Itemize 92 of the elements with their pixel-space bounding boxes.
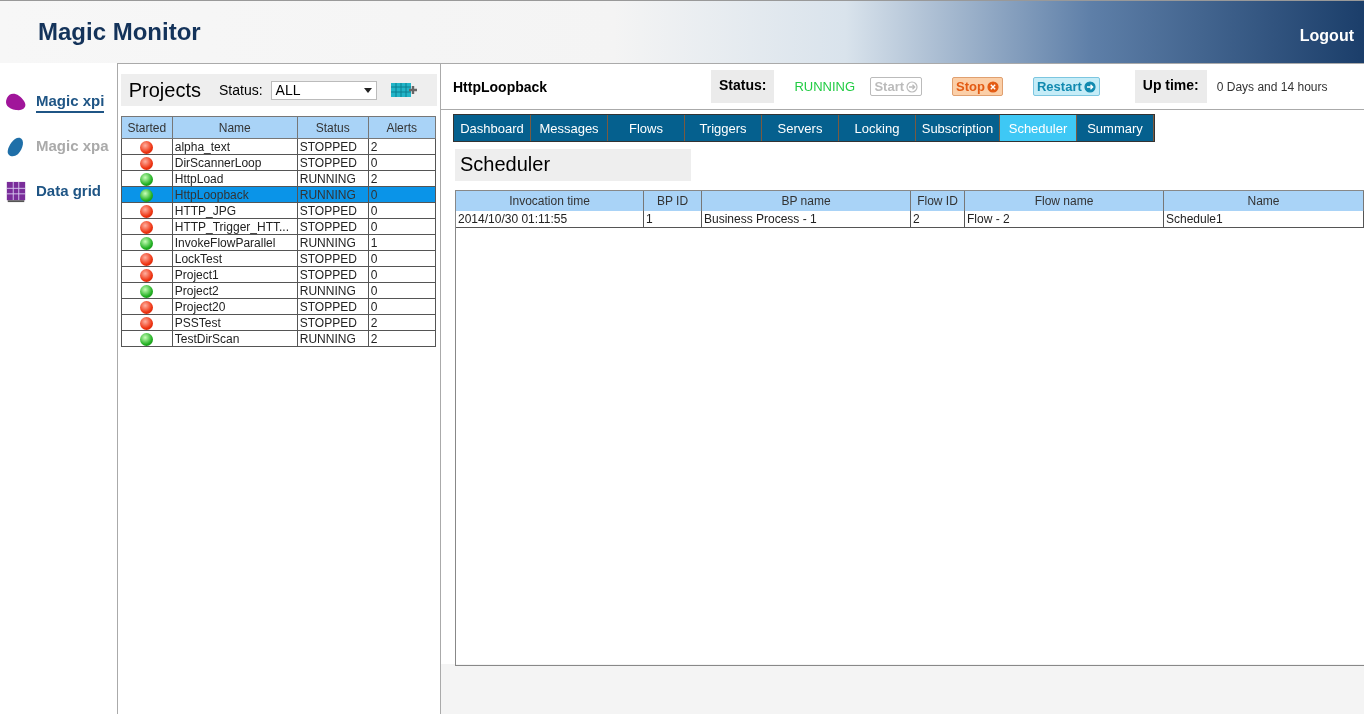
project-row[interactable]: HttpLoopback RUNNING 0 bbox=[121, 186, 436, 203]
table-cell: Project2 bbox=[172, 282, 298, 299]
column-header[interactable]: Flow name bbox=[965, 191, 1164, 211]
column-header[interactable]: Name bbox=[1164, 191, 1364, 211]
grid-add-icon[interactable] bbox=[390, 82, 417, 98]
column-header[interactable]: Invocation time bbox=[456, 191, 644, 211]
column-header[interactable]: Status bbox=[297, 116, 369, 139]
tab[interactable]: Triggers bbox=[685, 115, 762, 141]
tab[interactable]: Dashboard bbox=[454, 115, 531, 141]
table-cell: STOPPED bbox=[297, 250, 369, 267]
table-cell: STOPPED bbox=[297, 218, 369, 235]
table-cell: RUNNING bbox=[297, 234, 369, 251]
uptime-label: Up time: bbox=[1134, 70, 1207, 103]
table-cell: LockTest bbox=[172, 250, 298, 267]
uptime-value: 0 Days and 14 hours bbox=[1216, 79, 1328, 94]
table-cell: HTTP_Trigger_HTT... bbox=[172, 218, 298, 235]
column-header[interactable]: BP ID bbox=[644, 191, 702, 211]
table-cell: Project20 bbox=[172, 298, 298, 315]
table-cell: RUNNING bbox=[297, 170, 369, 187]
status-filter-label: Status: bbox=[219, 82, 263, 98]
column-header[interactable]: Alerts bbox=[368, 116, 436, 139]
table-cell: 2 bbox=[368, 314, 436, 331]
table-cell: 2 bbox=[368, 330, 436, 347]
table-cell: DirScannerLoop bbox=[172, 154, 298, 171]
table-cell: 1 bbox=[368, 234, 436, 251]
table-cell: STOPPED bbox=[297, 154, 369, 171]
table-cell: 2014/10/30 01:11:55 bbox=[456, 211, 644, 228]
table-cell: Business Process - 1 bbox=[702, 211, 911, 228]
table-cell: 0 bbox=[368, 298, 436, 315]
sidebar-link[interactable]: Data grid bbox=[36, 181, 101, 203]
project-row[interactable]: HttpLoad RUNNING 2 bbox=[121, 170, 436, 187]
project-row[interactable]: LockTest STOPPED 0 bbox=[121, 250, 436, 267]
table-cell: 0 bbox=[368, 154, 436, 171]
project-row[interactable]: Project20 STOPPED 0 bbox=[121, 298, 436, 315]
table-cell: InvokeFlowParallel bbox=[172, 234, 298, 251]
cross-circle-icon bbox=[986, 80, 999, 93]
projects-title: Projects bbox=[128, 78, 201, 102]
tab[interactable]: Summary bbox=[1077, 115, 1154, 141]
column-header[interactable]: BP name bbox=[702, 191, 911, 211]
section-title: Scheduler bbox=[455, 149, 691, 181]
table-cell: 0 bbox=[368, 250, 436, 267]
table-cell: Project1 bbox=[172, 266, 298, 283]
table-cell: alpha_text bbox=[172, 138, 298, 155]
table-cell: 1 bbox=[644, 211, 702, 228]
project-row[interactable]: Project2 RUNNING 0 bbox=[121, 282, 436, 299]
table-cell: 0 bbox=[368, 218, 436, 235]
table-cell: TestDirScan bbox=[172, 330, 298, 347]
table-cell: PSSTest bbox=[172, 314, 298, 331]
tab[interactable]: Flows bbox=[608, 115, 685, 141]
table-cell: HTTP_JPG bbox=[172, 202, 298, 219]
column-header[interactable]: Started bbox=[121, 116, 173, 139]
project-row[interactable]: Project1 STOPPED 0 bbox=[121, 266, 436, 283]
project-row[interactable]: DirScannerLoop STOPPED 0 bbox=[121, 154, 436, 171]
status-label: Status: bbox=[711, 70, 775, 103]
project-row[interactable]: HTTP_JPG STOPPED 0 bbox=[121, 202, 436, 219]
table-cell: 0 bbox=[368, 282, 436, 299]
column-header[interactable]: Flow ID bbox=[911, 191, 965, 211]
project-row[interactable]: PSSTest STOPPED 2 bbox=[121, 314, 436, 331]
table-cell: STOPPED bbox=[297, 314, 369, 331]
table-cell: Schedule1 bbox=[1164, 211, 1364, 228]
table-cell: RUNNING bbox=[297, 330, 369, 347]
table-cell: STOPPED bbox=[297, 298, 369, 315]
table-cell: 2 bbox=[368, 170, 436, 187]
table-cell: 2 bbox=[368, 138, 436, 155]
tab[interactable]: Locking bbox=[839, 115, 916, 141]
table-cell: Flow - 2 bbox=[965, 211, 1164, 228]
arrow-circle-icon bbox=[906, 80, 919, 93]
tab[interactable]: Servers bbox=[762, 115, 839, 141]
project-name: HttpLoopback bbox=[453, 78, 549, 95]
table-cell: 0 bbox=[368, 266, 436, 283]
project-row[interactable]: HTTP_Trigger_HTT... STOPPED 0 bbox=[121, 218, 436, 235]
table-cell: RUNNING bbox=[297, 282, 369, 299]
status-dropdown[interactable]: ALL bbox=[270, 80, 377, 100]
tab[interactable]: Messages bbox=[531, 115, 608, 141]
app-title: Magic Monitor bbox=[38, 18, 201, 46]
project-row[interactable]: InvokeFlowParallel RUNNING 1 bbox=[121, 234, 436, 251]
table-cell: 2 bbox=[911, 211, 965, 228]
table-cell: STOPPED bbox=[297, 138, 369, 155]
grid-icon bbox=[4, 181, 28, 203]
table-cell: STOPPED bbox=[297, 266, 369, 283]
column-header[interactable]: Name bbox=[172, 116, 298, 139]
arrow-circle-icon bbox=[1083, 80, 1096, 93]
logout-link[interactable]: Logout bbox=[1299, 27, 1354, 45]
table-cell: 0 bbox=[368, 202, 436, 219]
project-row[interactable]: alpha_text STOPPED 2 bbox=[121, 138, 436, 155]
project-row[interactable]: TestDirScan RUNNING 2 bbox=[121, 330, 436, 347]
table-cell: HttpLoad bbox=[172, 170, 298, 187]
status-value: RUNNING bbox=[794, 79, 857, 94]
blob-icon bbox=[4, 91, 28, 113]
sidebar-link[interactable]: Magic xpi bbox=[36, 91, 105, 113]
caret-icon bbox=[363, 87, 372, 93]
table-cell: STOPPED bbox=[297, 202, 369, 219]
